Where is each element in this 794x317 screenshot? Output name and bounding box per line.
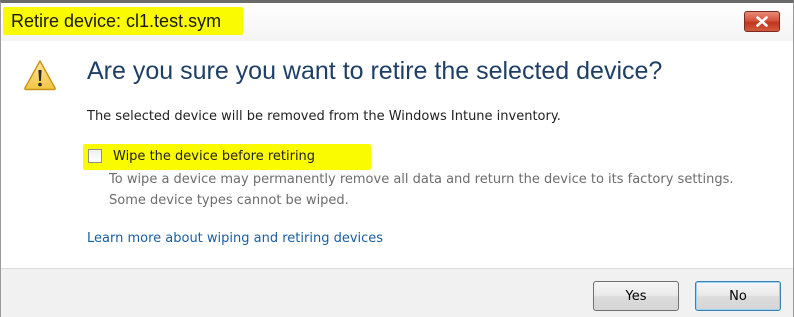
close-button[interactable] xyxy=(744,11,780,32)
removal-description: The selected device will be removed from… xyxy=(87,109,561,124)
warning-icon xyxy=(24,60,56,91)
window-title: Retire device: cl1.test.sym xyxy=(3,7,244,35)
button-bar: Yes No xyxy=(1,268,793,317)
no-button[interactable]: No xyxy=(695,281,781,311)
confirmation-heading: Are you sure you want to retire the sele… xyxy=(87,57,663,85)
yes-button[interactable]: Yes xyxy=(593,281,679,311)
close-icon xyxy=(756,16,768,27)
retire-device-dialog: Retire device: cl1.test.sym Are you sure… xyxy=(0,0,794,317)
learn-more-link[interactable]: Learn more about wiping and retiring dev… xyxy=(87,231,383,246)
wipe-option[interactable]: Wipe the device before retiring xyxy=(83,144,371,170)
wipe-checkbox-label[interactable]: Wipe the device before retiring xyxy=(113,149,315,164)
title-bar: Retire device: cl1.test.sym xyxy=(1,3,793,41)
wipe-help-text: To wipe a device may permanently remove … xyxy=(109,172,734,208)
wipe-checkbox[interactable] xyxy=(88,149,102,163)
